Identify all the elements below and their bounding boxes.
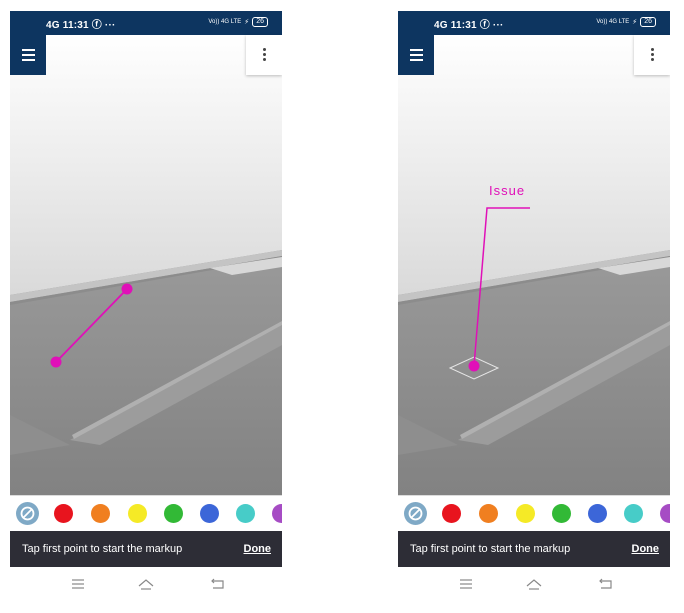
- status-indicators: Vo)) 4G LTE ⚡ 26: [596, 17, 656, 27]
- nav-home-icon[interactable]: [137, 577, 155, 591]
- markup-action-bar: Tap first point to start the markup Done: [10, 531, 282, 567]
- phone-screen-left: 4G 11:31 ⓕ ··· Vo)) 4G LTE ⚡ 26 Tap firs…: [10, 11, 282, 603]
- more-options-button[interactable]: [246, 35, 282, 75]
- done-button[interactable]: Done: [632, 543, 660, 555]
- markup-hint: Tap first point to start the markup: [410, 543, 571, 555]
- more-options-button[interactable]: [634, 35, 670, 75]
- annotation-label[interactable]: Issue: [489, 183, 525, 198]
- system-nav-bar: [398, 567, 670, 603]
- color-palette: [398, 495, 670, 531]
- markup-point-end[interactable]: [121, 283, 133, 295]
- no-color-swatch[interactable]: [16, 502, 39, 525]
- battery-icon: 26: [640, 17, 656, 27]
- no-color-swatch[interactable]: [404, 502, 427, 525]
- color-swatch-blue[interactable]: [200, 504, 219, 523]
- nav-recents-icon[interactable]: [70, 577, 86, 591]
- done-button[interactable]: Done: [244, 543, 272, 555]
- nav-home-icon[interactable]: [525, 577, 543, 591]
- status-bar: 4G 11:31 ⓕ ··· Vo)) 4G LTE ⚡ 26: [398, 11, 670, 35]
- color-swatch-yellow[interactable]: [516, 504, 535, 523]
- menu-button[interactable]: [398, 35, 434, 75]
- color-swatch-purple[interactable]: [272, 504, 282, 523]
- no-color-slash-icon: [408, 506, 423, 521]
- color-swatch-orange[interactable]: [91, 504, 110, 523]
- color-swatch-yellow[interactable]: [128, 504, 147, 523]
- nav-back-icon[interactable]: [598, 577, 614, 591]
- color-swatch-green[interactable]: [164, 504, 183, 523]
- nav-recents-icon[interactable]: [458, 577, 474, 591]
- color-palette: [10, 495, 282, 531]
- markup-hint: Tap first point to start the markup: [22, 543, 183, 555]
- battery-icon: 26: [252, 17, 268, 27]
- phone-screen-right: 4G 11:31 ⓕ ··· Vo)) 4G LTE ⚡ 26 Issue Ta…: [398, 11, 670, 603]
- markup-point-start[interactable]: [50, 356, 62, 368]
- markup-point[interactable]: [468, 360, 480, 372]
- status-time: 4G 11:31 ⓕ ···: [434, 20, 504, 31]
- 3d-viewport[interactable]: [10, 35, 282, 495]
- status-bar: 4G 11:31 ⓕ ··· Vo)) 4G LTE ⚡ 26: [10, 11, 282, 35]
- color-swatch-teal[interactable]: [624, 504, 643, 523]
- color-swatch-blue[interactable]: [588, 504, 607, 523]
- color-swatch-purple[interactable]: [660, 504, 670, 523]
- color-swatch-green[interactable]: [552, 504, 571, 523]
- status-time: 4G 11:31 ⓕ ···: [46, 20, 116, 31]
- nav-back-icon[interactable]: [210, 577, 226, 591]
- status-indicators: Vo)) 4G LTE ⚡ 26: [208, 17, 268, 27]
- system-nav-bar: [10, 567, 282, 603]
- no-color-slash-icon: [20, 506, 35, 521]
- 3d-viewport[interactable]: [398, 35, 670, 495]
- color-swatch-red[interactable]: [442, 504, 461, 523]
- color-swatch-teal[interactable]: [236, 504, 255, 523]
- menu-button[interactable]: [10, 35, 46, 75]
- markup-action-bar: Tap first point to start the markup Done: [398, 531, 670, 567]
- color-swatch-orange[interactable]: [479, 504, 498, 523]
- color-swatch-red[interactable]: [54, 504, 73, 523]
